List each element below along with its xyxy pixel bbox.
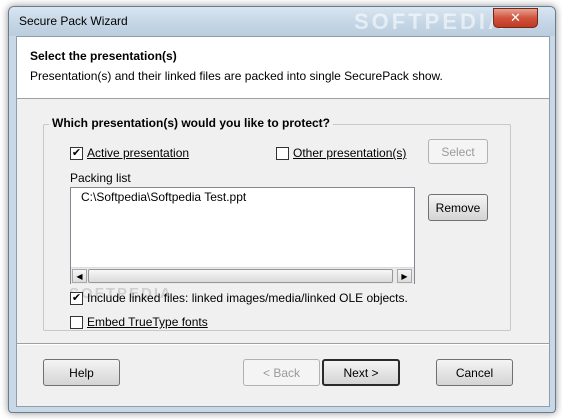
watermark: SOFTPEDIA (354, 9, 507, 34)
close-icon: ✕ (510, 10, 521, 25)
header-panel: Select the presentation(s) Presentation(… (17, 37, 549, 99)
other-presentation-checkbox[interactable] (276, 147, 289, 160)
dialog-body: Select the presentation(s) Presentation(… (16, 36, 550, 407)
next-button[interactable]: Next > (322, 359, 400, 386)
scroll-right-button[interactable]: ▶ (397, 269, 412, 283)
back-button[interactable]: < Back (243, 359, 320, 386)
packing-list-label: Packing list (70, 171, 131, 185)
scroll-left-button[interactable]: ◀ (72, 269, 87, 283)
page-title: Select the presentation(s) (30, 49, 177, 63)
footer-divider (17, 343, 549, 345)
arrow-right-icon: ▶ (401, 271, 408, 281)
check-icon: ✔ (71, 292, 82, 304)
check-icon: ✔ (71, 147, 82, 159)
window-title: Secure Pack Wizard (19, 14, 128, 28)
groupbox-title: Which presentation(s) would you like to … (49, 116, 334, 130)
select-button[interactable]: Select (428, 139, 488, 164)
packing-list[interactable]: C:\Softpedia\Softpedia Test.ppt ◀ ▶ (70, 187, 415, 284)
list-item[interactable]: C:\Softpedia\Softpedia Test.ppt (81, 190, 246, 204)
help-button[interactable]: Help (43, 359, 120, 386)
arrow-left-icon: ◀ (76, 271, 83, 281)
active-presentation-checkbox[interactable]: ✔ (70, 147, 83, 160)
scroll-thumb[interactable] (88, 269, 393, 283)
active-presentation-label[interactable]: Active presentation (87, 146, 189, 160)
title-bar[interactable]: Secure Pack Wizard SOFTPEDIA ✕ (9, 7, 555, 36)
embed-truetype-checkbox[interactable] (70, 316, 83, 329)
remove-button[interactable]: Remove (428, 194, 488, 221)
embed-truetype-label[interactable]: Embed TrueType fonts (87, 315, 208, 329)
cancel-button[interactable]: Cancel (436, 359, 513, 386)
page-subtitle: Presentation(s) and their linked files a… (30, 69, 443, 83)
close-button[interactable]: ✕ (493, 8, 538, 28)
wizard-window: Secure Pack Wizard SOFTPEDIA ✕ Select th… (8, 6, 556, 413)
other-presentation-label[interactable]: Other presentation(s) (293, 146, 406, 160)
include-linked-label[interactable]: Include linked files: linked images/medi… (87, 291, 408, 305)
include-linked-checkbox[interactable]: ✔ (70, 292, 83, 305)
horizontal-scrollbar[interactable]: ◀ ▶ (71, 267, 414, 284)
